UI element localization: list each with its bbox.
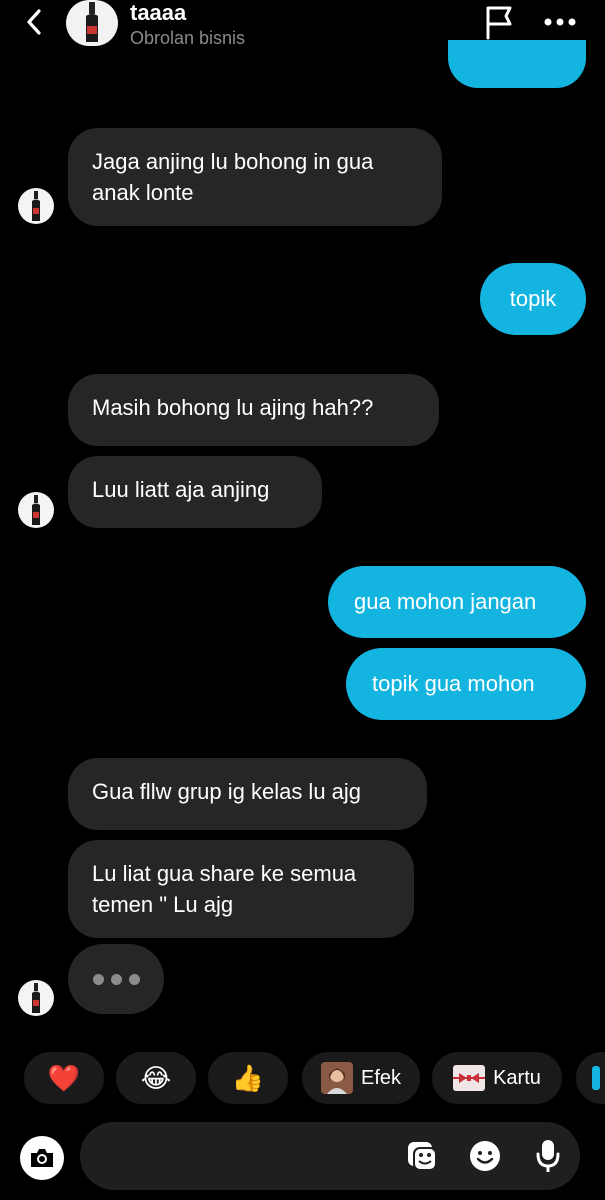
- more-button[interactable]: [540, 8, 580, 36]
- emoji-icon: [470, 1141, 500, 1171]
- microphone-icon: [536, 1140, 560, 1172]
- flag-button[interactable]: [482, 4, 518, 40]
- cards-chip[interactable]: Kartu: [432, 1052, 562, 1104]
- heart-icon: ❤️: [47, 1063, 81, 1093]
- avatar[interactable]: [66, 0, 118, 46]
- typing-indicator: [68, 944, 164, 1014]
- back-arrow-icon: [27, 9, 41, 35]
- message-bubble-outgoing[interactable]: topik: [480, 263, 586, 335]
- message-bubble-outgoing[interactable]: gua mohon jangan: [328, 566, 586, 638]
- flag-icon: [486, 6, 512, 40]
- sticker-icon: [408, 1142, 437, 1171]
- typing-dot: [128, 973, 140, 985]
- sender-avatar: [18, 980, 54, 1016]
- chat-subtitle: Obrolan bisnis: [130, 28, 246, 48]
- bottle-avatar-icon: [32, 983, 40, 1013]
- sender-avatar: [18, 492, 54, 528]
- bottle-avatar-icon: [32, 191, 40, 221]
- camera-icon: [31, 1149, 53, 1167]
- chat-title[interactable]: taaaa: [130, 0, 186, 26]
- sticker-button[interactable]: [404, 1138, 440, 1174]
- message-bubble-outgoing[interactable]: topik gua mohon: [346, 648, 586, 720]
- camera-button[interactable]: [20, 1136, 64, 1180]
- back-button[interactable]: [18, 4, 50, 40]
- partial-icon: [592, 1066, 600, 1090]
- microphone-button[interactable]: [530, 1138, 566, 1174]
- message-bubble-partial: [448, 40, 586, 88]
- message-bubble-incoming[interactable]: Masih bohong lu ajing hah??: [68, 374, 439, 446]
- typing-dot: [110, 973, 122, 985]
- sender-avatar: [18, 188, 54, 224]
- message-bubble-incoming[interactable]: Lu liat gua share ke semua temen " Lu aj…: [68, 840, 414, 938]
- message-bubble-incoming[interactable]: Jaga anjing lu bohong in gua anak lonte: [68, 128, 442, 226]
- laugh-emoji-icon: 😂: [140, 1063, 172, 1093]
- more-reaction-chip[interactable]: [576, 1052, 605, 1104]
- heart-reaction-chip[interactable]: ❤️: [24, 1052, 104, 1104]
- bottle-avatar-icon: [86, 2, 98, 42]
- cards-label: Kartu: [493, 1066, 541, 1089]
- message-input[interactable]: [80, 1122, 580, 1190]
- effects-label: Efek: [360, 1066, 402, 1089]
- emoji-button[interactable]: [467, 1138, 503, 1174]
- thumbs-up-icon: 👍: [231, 1063, 265, 1093]
- thumbs-up-reaction-chip[interactable]: 👍: [208, 1052, 288, 1104]
- effects-thumbnail-icon: [320, 1062, 353, 1094]
- more-icon: [544, 18, 576, 26]
- effects-chip[interactable]: Efek: [302, 1052, 420, 1104]
- gift-card-icon: [453, 1065, 486, 1091]
- laugh-reaction-chip[interactable]: 😂: [116, 1052, 196, 1104]
- message-bubble-incoming[interactable]: Luu liatt aja anjing: [68, 456, 322, 528]
- bottle-avatar-icon: [32, 495, 40, 525]
- message-bubble-incoming[interactable]: Gua fllw grup ig kelas lu ajg: [68, 758, 427, 830]
- typing-dot: [92, 973, 104, 985]
